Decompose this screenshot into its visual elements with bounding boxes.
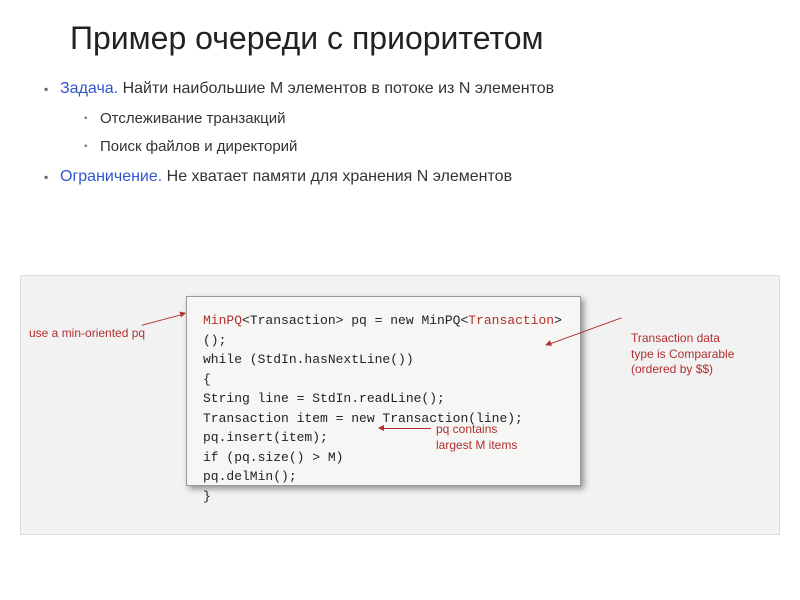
slide-title: Пример очереди с приоритетом [70,20,760,57]
annotation-right-line2: type is Comparable [631,347,771,363]
annotation-right-line3: (ordered by $$) [631,362,771,378]
code-line-10: } [203,487,564,507]
annotation-right: Transaction data type is Comparable (ord… [631,331,771,378]
code-line-9: pq.delMin(); [203,467,564,487]
annotation-right-line1: Transaction data [631,331,771,347]
sub-bullet-files: Поиск файлов и директорий [80,134,760,160]
annotation-center-line2: largest M items [436,438,536,454]
task-label: Задача. [60,80,118,97]
annotation-center: pq contains largest M items [436,422,536,453]
sub-bullet-transactions: Отслеживание транзакций [80,106,760,132]
sub-bullet-list: Отслеживание транзакций Поиск файлов и д… [80,106,760,159]
code-highlight-minpq: MinPQ [203,313,242,328]
code-line-3: while (StdIn.hasNextLine()) [203,350,564,370]
bullet-item-constraint: Ограничение. Не хватает памяти для хране… [40,163,760,190]
figure-container: MinPQ<Transaction> pq = new MinPQ<Transa… [20,275,780,535]
arrow-left-icon [142,313,186,326]
code-line-1: MinPQ<Transaction> pq = new MinPQ<Transa… [203,311,564,350]
annotation-left: use a min-oriented pq [29,326,145,340]
task-text: Найти наибольшие M элементов в потоке из… [118,80,554,97]
constraint-label: Ограничение. [60,168,162,185]
code-line-4: { [203,370,564,390]
code-line-5: String line = StdIn.readLine(); [203,389,564,409]
code-highlight-transaction: Transaction [468,313,554,328]
arrow-center-icon [379,428,431,429]
constraint-text: Не хватает памяти для хранения N элемент… [162,168,512,185]
bullet-item-task: Задача. Найти наибольшие M элементов в п… [40,75,760,159]
code-snippet: MinPQ<Transaction> pq = new MinPQ<Transa… [186,296,581,486]
annotation-center-line1: pq contains [436,422,536,438]
slide-container: Пример очереди с приоритетом Задача. Най… [0,0,800,214]
bullet-list: Задача. Найти наибольшие M элементов в п… [40,75,760,190]
